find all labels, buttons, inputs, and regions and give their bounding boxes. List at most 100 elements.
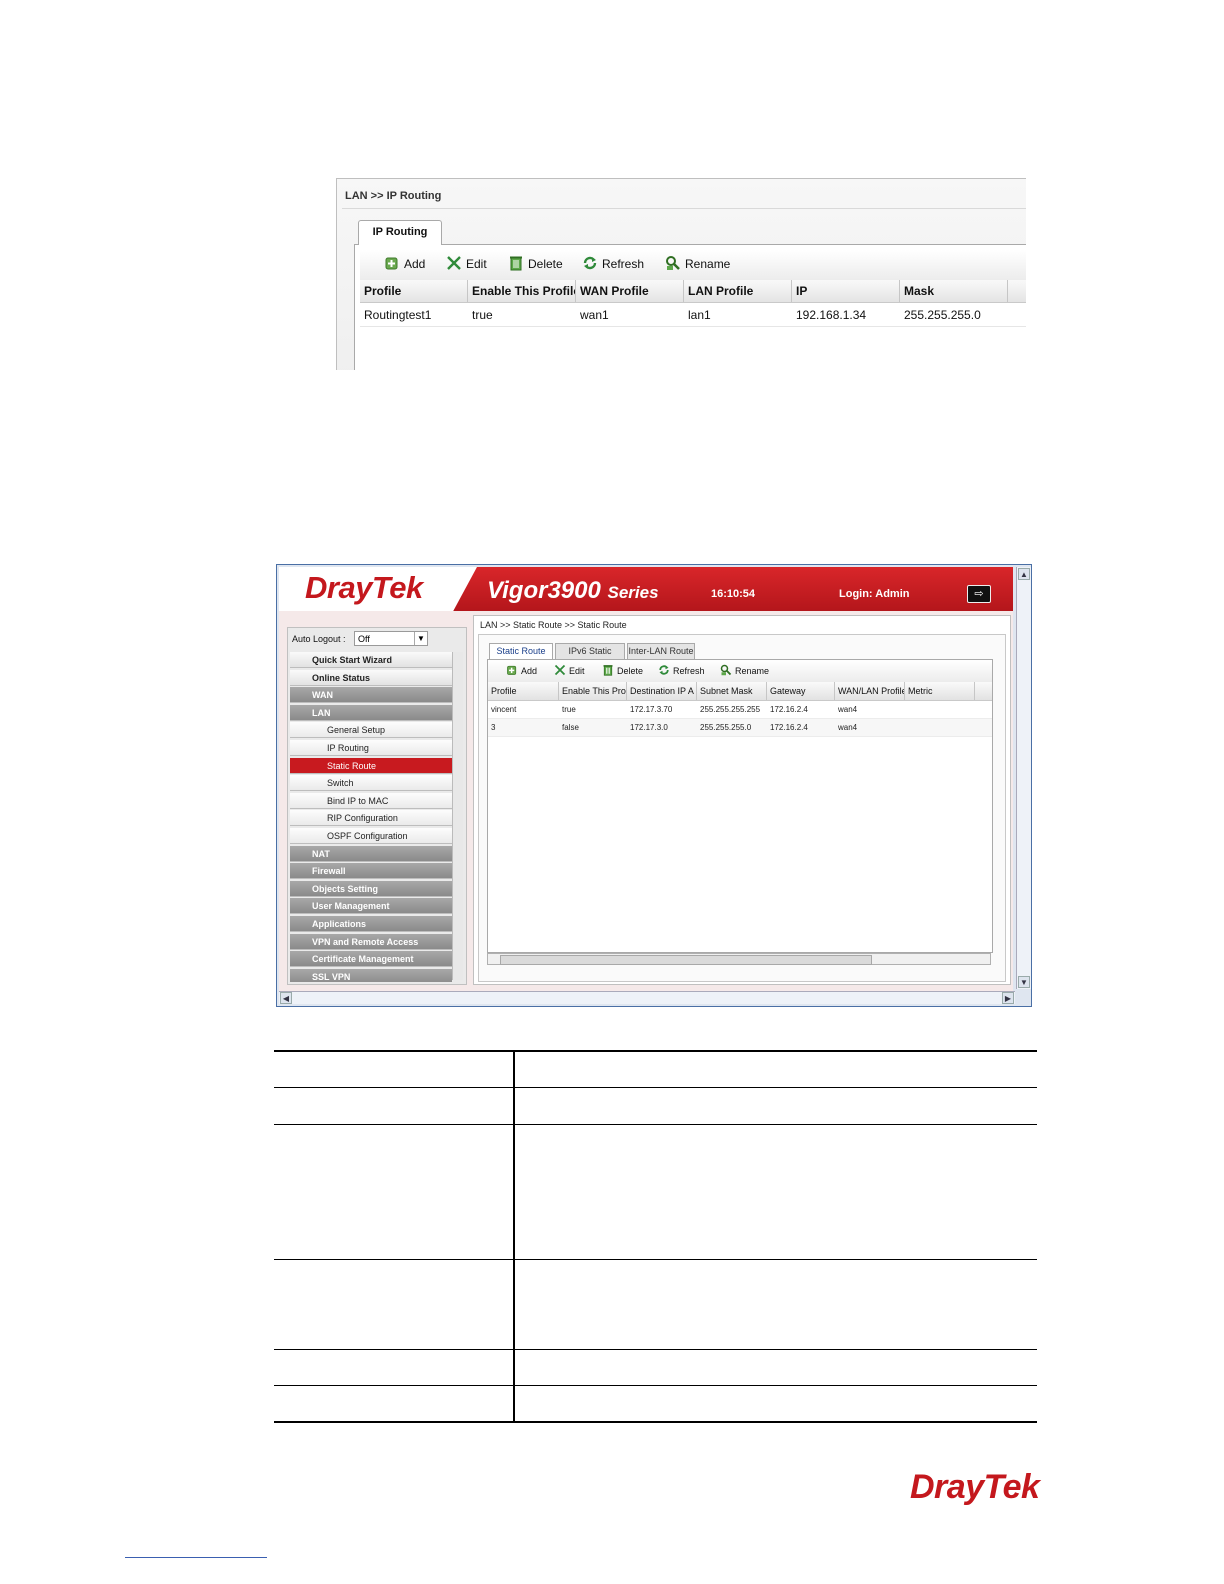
table-cell: 3 (491, 723, 496, 732)
sidebar-item-ip-routing[interactable]: IP Routing (290, 740, 452, 756)
sidebar-item-vpn-and-remote-access[interactable]: VPN and Remote Access (290, 933, 452, 950)
rename-label: Rename (735, 666, 770, 676)
table-row[interactable]: vincent true 172.17.3.70 255.255.255.255… (488, 701, 992, 719)
app-body: Auto Logout : Off ▼ Quick Start Wizard On… (279, 611, 1013, 991)
table-row[interactable]: 3 false 172.17.3.0 255.255.255.0 172.16.… (488, 719, 992, 737)
delete-button[interactable]: Delete (508, 250, 563, 280)
tab-container: Static Route IPv6 Static Route Inter-LAN… (478, 634, 1006, 982)
column-header[interactable]: Subnet Mask (697, 682, 767, 700)
refresh-label: Refresh (602, 257, 645, 271)
sidebar-item-applications[interactable]: Applications (290, 916, 452, 932)
sidebar-item-ssl-vpn[interactable]: SSL VPN (290, 968, 452, 982)
sidebar-item-objects-setting[interactable]: Objects Setting (290, 880, 452, 897)
chevron-down-icon: ▼ (414, 632, 427, 645)
logout-icon[interactable]: ⇨ (967, 585, 991, 603)
rename-button[interactable]: Rename (720, 660, 769, 682)
tab-ip-routing[interactable]: IP Routing (358, 220, 442, 245)
table-cell: vincent (491, 705, 517, 714)
rename-icon (666, 256, 680, 270)
table-cell: 255.255.255.0 (904, 308, 981, 322)
add-button[interactable]: Add (384, 250, 425, 280)
sidebar-scrollbar[interactable] (452, 652, 463, 980)
add-button[interactable]: Add (506, 660, 537, 682)
table-rule (274, 1259, 1037, 1260)
scroll-right-icon[interactable]: ▶ (1002, 992, 1014, 1004)
column-header[interactable]: Enable This Pro (559, 682, 627, 700)
sidebar-item-wan[interactable]: WAN (290, 687, 452, 704)
column-header[interactable]: IP (792, 280, 900, 302)
login-status: Login: Admin (839, 588, 910, 600)
table-rule (274, 1349, 1037, 1350)
sidebar-item-user-management[interactable]: User Management (290, 898, 452, 915)
product-suffix: Series (607, 583, 659, 602)
app-header: DrayTek Vigor3900 Series 16:10:54 Login:… (279, 567, 1013, 611)
column-header[interactable]: Profile (360, 280, 468, 302)
table-rule (274, 1087, 1037, 1088)
tab-inter-lan-route[interactable]: Inter-LAN Route (627, 643, 695, 659)
window-vertical-scrollbar[interactable]: ▲ ▼ (1016, 567, 1031, 989)
footer-link-line (125, 1557, 267, 1558)
column-header[interactable]: Destination IP A (627, 682, 697, 700)
table-header: Profile Enable This Pro Destination IP A… (488, 682, 992, 701)
column-header[interactable]: Enable This Profile (468, 280, 576, 302)
breadcrumb: LAN >> IP Routing (345, 190, 442, 202)
table-cell: true (562, 705, 576, 714)
sidebar-item-rip-configuration[interactable]: RIP Configuration (290, 810, 452, 827)
auto-logout-select[interactable]: Off ▼ (354, 631, 428, 646)
main-panel: LAN >> Static Route >> Static Route Stat… (473, 615, 1011, 985)
table-row[interactable]: Routingtest1 true wan1 lan1 192.168.1.34… (360, 304, 1026, 327)
trash-icon (603, 665, 613, 676)
column-header[interactable]: Gateway (767, 682, 835, 700)
table-border-top (274, 1050, 1037, 1052)
sidebar-item-certificate-management[interactable]: Certificate Management (290, 951, 452, 968)
refresh-button[interactable]: Refresh (582, 250, 644, 280)
delete-button[interactable]: Delete (602, 660, 643, 682)
column-header[interactable]: Mask (900, 280, 1008, 302)
tab-static-route[interactable]: Static Route (489, 643, 553, 660)
ip-routing-screenshot: LAN >> IP Routing IP Routing Add Edit De… (332, 172, 1026, 370)
sidebar-item-lan[interactable]: LAN (290, 704, 452, 721)
delete-label: Delete (528, 257, 563, 271)
table-cell: false (562, 723, 579, 732)
table-cell: 255.255.255.0 (700, 723, 752, 732)
route-grid: Add Edit Delete Refresh Rename Profile E… (487, 659, 993, 953)
table-cell: 192.168.1.34 (796, 308, 867, 322)
sidebar-item-switch[interactable]: Switch (290, 775, 452, 792)
scroll-down-icon[interactable]: ▼ (1018, 976, 1030, 988)
delete-label: Delete (617, 666, 644, 676)
table-rule (274, 1385, 1037, 1386)
add-label: Add (521, 666, 538, 676)
scroll-left-icon[interactable]: ◀ (280, 992, 292, 1004)
tab-ipv6-static-route[interactable]: IPv6 Static Route (555, 643, 625, 671)
column-header[interactable]: Profile (488, 682, 559, 700)
add-label: Add (404, 257, 426, 271)
sidebar-item-quick-start-wizard[interactable]: Quick Start Wizard (290, 652, 452, 668)
auto-logout-value: Off (358, 634, 370, 644)
window-horizontal-scrollbar[interactable]: ◀ ▶ (279, 991, 1015, 1004)
sidebar-item-online-status[interactable]: Online Status (290, 669, 452, 686)
edit-button[interactable]: Edit (554, 660, 585, 682)
toolbar: Add Edit Delete Refresh Rename (488, 660, 992, 683)
column-header[interactable]: WAN/LAN Profile (835, 682, 905, 700)
column-header[interactable]: Metric (905, 682, 975, 700)
scroll-up-icon[interactable]: ▲ (1018, 568, 1030, 580)
sidebar-item-bind-ip-to-mac[interactable]: Bind IP to MAC (290, 792, 452, 809)
edit-button[interactable]: Edit (446, 250, 487, 280)
column-header[interactable]: WAN Profile (576, 280, 684, 302)
rename-button[interactable]: Rename (665, 250, 730, 280)
refresh-icon (583, 256, 597, 270)
sidebar-item-firewall[interactable]: Firewall (290, 863, 452, 880)
sidebar-item-static-route[interactable]: Static Route (290, 757, 452, 774)
auto-logout-label: Auto Logout : (292, 634, 346, 644)
sidebar-item-general-setup[interactable]: General Setup (290, 722, 452, 739)
sidebar-item-ospf-configuration[interactable]: OSPF Configuration (290, 828, 452, 844)
refresh-button[interactable]: Refresh (658, 660, 705, 682)
sidebar-item-nat[interactable]: NAT (290, 845, 452, 862)
column-header[interactable]: LAN Profile (684, 280, 792, 302)
table-column-divider (513, 1050, 515, 1423)
scroll-thumb[interactable] (500, 955, 872, 965)
draytek-logo: DrayTek (305, 570, 423, 605)
table-header: Profile Enable This Profile WAN Profile … (360, 280, 1026, 303)
grid-horizontal-scrollbar[interactable] (487, 953, 991, 965)
table-cell: wan1 (580, 308, 609, 322)
